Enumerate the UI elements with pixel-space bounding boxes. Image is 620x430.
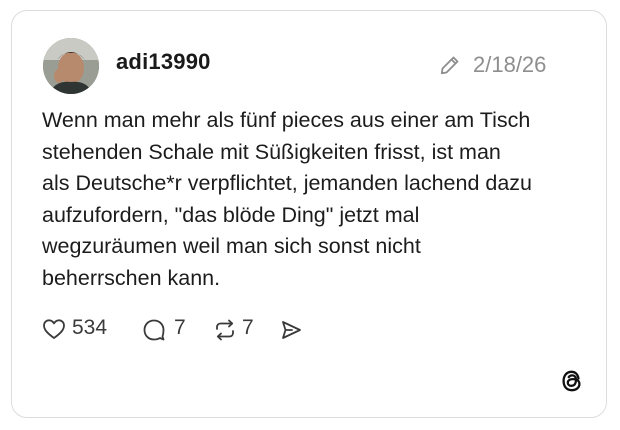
post-text-line: beherrschen kann. xyxy=(42,265,221,290)
comment-button[interactable]: 7 xyxy=(142,315,194,343)
repost-count: 7 xyxy=(242,316,254,339)
avatar-photo xyxy=(43,38,99,94)
post-text-line: wegzuräumen weil man sich sonst nicht xyxy=(42,234,421,258)
repost-button[interactable]: 7 xyxy=(213,315,265,343)
heart-icon xyxy=(43,319,65,339)
share-button[interactable] xyxy=(279,315,305,343)
post-text-line: aufzufordern, "das blöde Ding" jetzt mal xyxy=(42,202,420,227)
like-count: 534 xyxy=(72,316,108,339)
post-date: 2/18/26 xyxy=(473,52,547,77)
speech-bubble-icon xyxy=(143,319,165,341)
post-body: Wenn man mehr als fünf pieces aus einer … xyxy=(42,105,582,294)
send-icon xyxy=(282,321,301,339)
username[interactable]: adi13990 xyxy=(116,49,211,75)
pencil-icon xyxy=(440,56,459,75)
threads-logo-icon xyxy=(562,370,581,392)
post-text-line: Wenn man mehr als fünf pieces aus einer … xyxy=(42,108,531,132)
repost-arrows-icon xyxy=(216,319,234,341)
post-text-line: als Deutsche*r verpflichtet, jemanden la… xyxy=(42,171,533,195)
comment-count: 7 xyxy=(174,316,186,339)
avatar[interactable] xyxy=(43,38,99,94)
post-text-line: stehenden Schale mit Süßigkeiten frisst,… xyxy=(42,139,501,164)
like-button[interactable]: 534 xyxy=(42,315,122,343)
post-card: adi13990 2/18/26 Wenn man mehr als fünf … xyxy=(11,10,607,418)
